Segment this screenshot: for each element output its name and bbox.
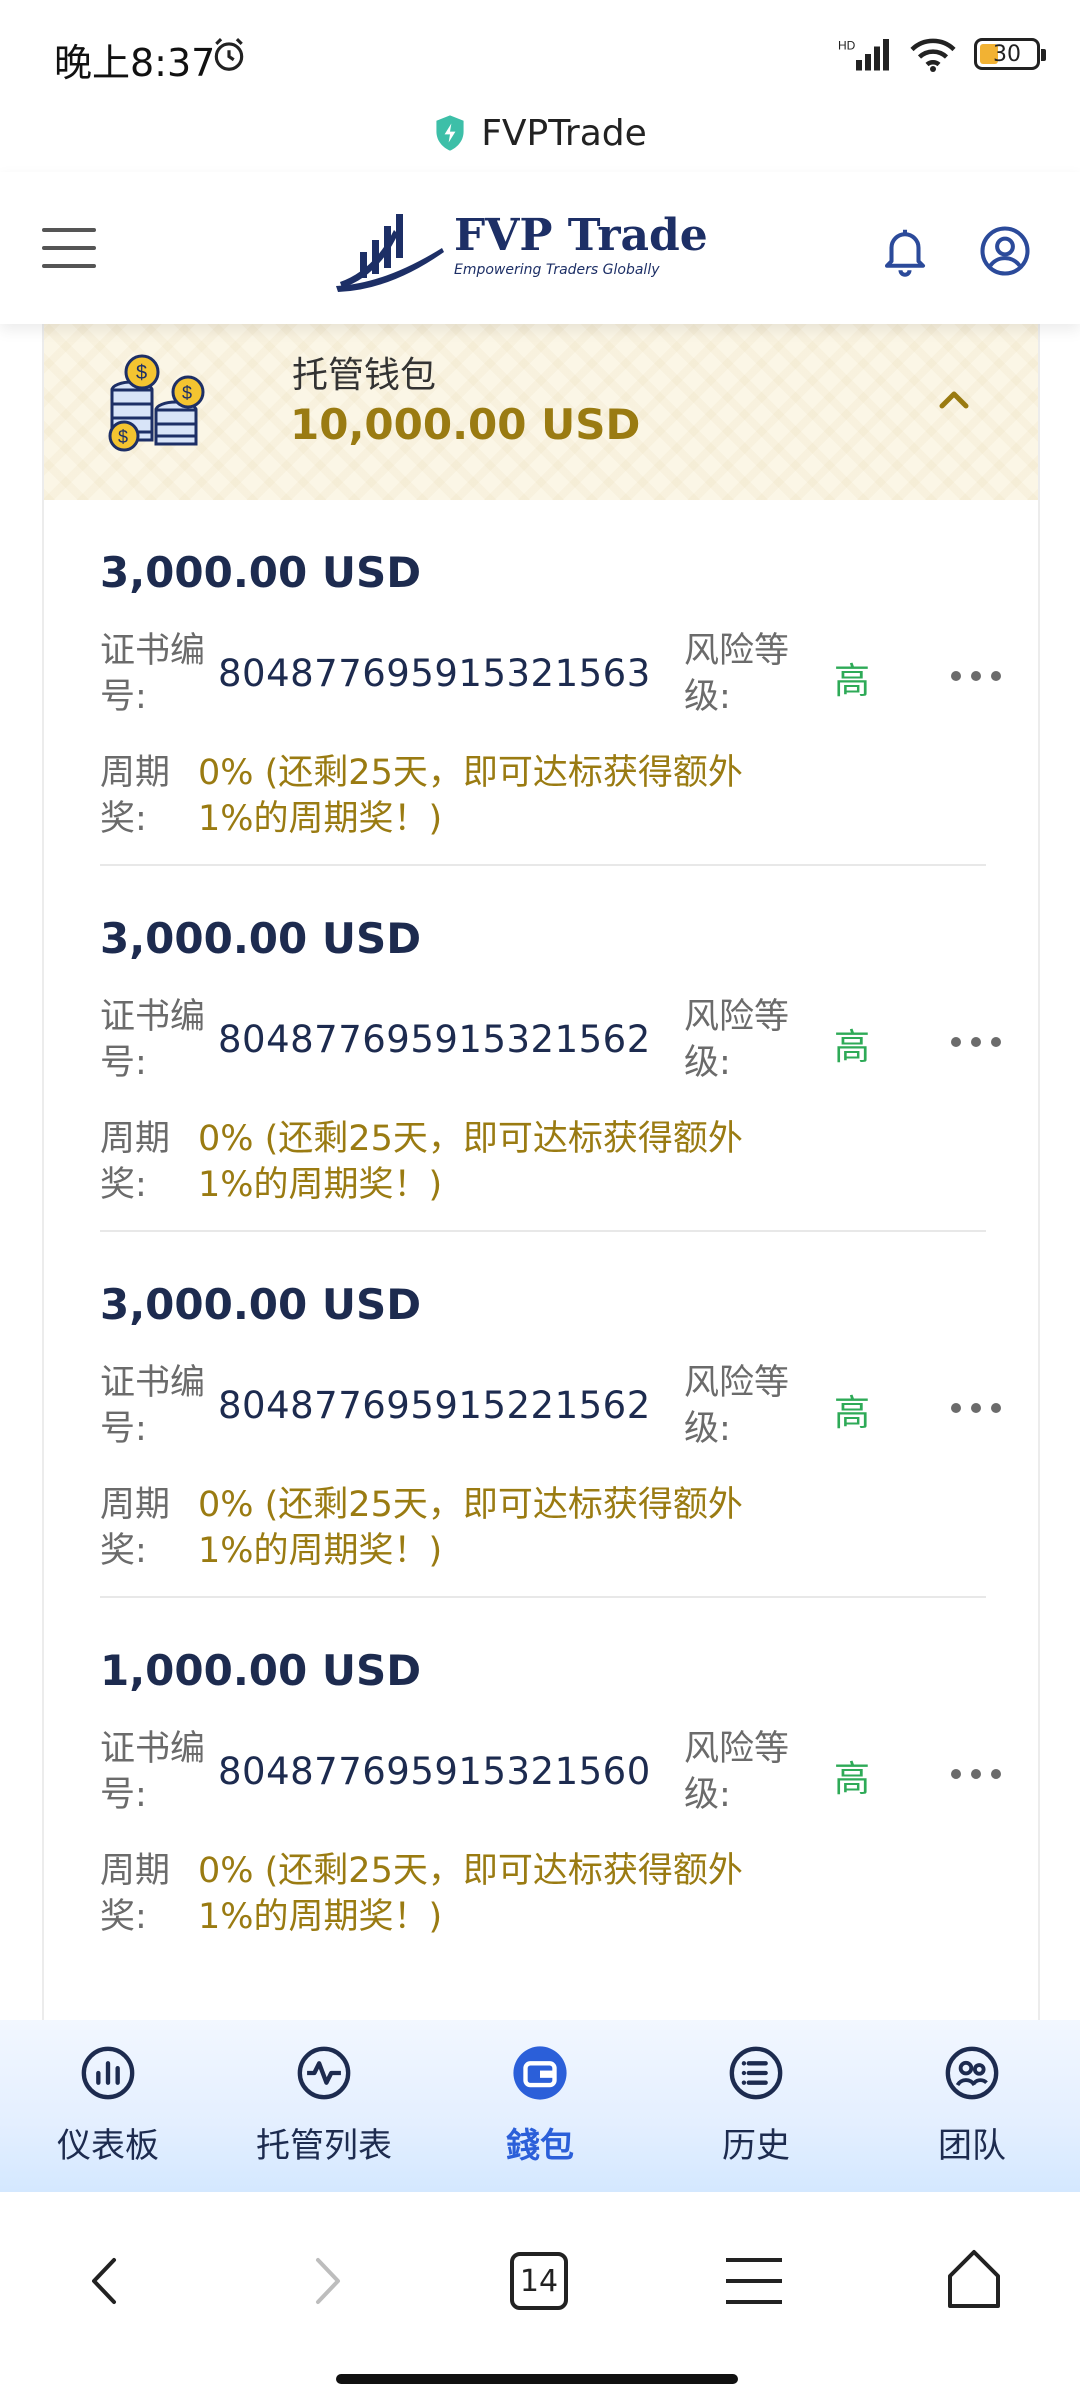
home-indicator[interactable] xyxy=(336,2374,738,2384)
pulse-icon xyxy=(297,2046,351,2100)
certificate-number-label: 证书编号: xyxy=(100,1729,206,1815)
tab-label: 托管列表 xyxy=(256,2126,392,2166)
app-header: FVP Trade Empowering Traders Globally xyxy=(0,172,1080,324)
certificate-item: 3,000.00 USD 证书编号: 804877695915321562 风险… xyxy=(100,866,1001,1232)
browser-navigation-bar: 14 xyxy=(0,2192,1080,2400)
wallet-icon xyxy=(513,2046,567,2100)
certificate-item: 3,000.00 USD 证书编号: 804877695915221562 风险… xyxy=(100,1232,1001,1598)
certificate-number-label: 证书编号: xyxy=(100,1363,206,1449)
certificate-number-label: 证书编号: xyxy=(100,631,206,717)
certificate-item: 3,000.00 USD 证书编号: 804877695915321563 风险… xyxy=(100,500,1001,866)
tabs-count-button[interactable]: 14 xyxy=(510,2252,568,2310)
tab-team[interactable]: 团队 xyxy=(864,2020,1080,2192)
risk-level-label: 风险等级: xyxy=(684,997,790,1083)
status-bar: 晚上8:37 HD 30 xyxy=(0,0,1080,110)
risk-level-label: 风险等级: xyxy=(684,1363,790,1449)
wallet-header[interactable]: $ $ $ 托管钱包 10,000.00 USD xyxy=(44,324,1038,500)
risk-level-value: 高 xyxy=(834,1027,871,1068)
svg-text:$: $ xyxy=(136,362,147,384)
tab-label: 仪表板 xyxy=(57,2126,159,2166)
team-icon xyxy=(945,2046,999,2100)
wifi-icon xyxy=(910,38,956,72)
cycle-bonus-text: 0% (还剩25天，即可达标获得额外1%的周期奖！) xyxy=(198,753,743,839)
status-time: 晚上8:37 xyxy=(54,41,216,85)
risk-level-label: 风险等级: xyxy=(684,631,790,717)
certificate-amount: 3,000.00 USD xyxy=(100,548,422,597)
cycle-bonus-text: 0% (还剩25天，即可达标获得额外1%的周期奖！) xyxy=(198,1851,743,1937)
tab-wallet[interactable]: 錢包 xyxy=(432,2020,648,2192)
wallet-amount: 10,000.00 USD xyxy=(290,400,641,449)
dashboard-icon xyxy=(81,2046,135,2100)
cycle-bonus-label: 周期奖: xyxy=(100,1119,171,1205)
more-options-icon[interactable] xyxy=(948,668,1004,684)
certificate-item: 1,000.00 USD 证书编号: 804877695915321560 风险… xyxy=(100,1598,1001,1964)
cycle-bonus-label: 周期奖: xyxy=(100,1851,171,1937)
certificate-number-label: 证书编号: xyxy=(100,997,206,1083)
risk-level-value: 高 xyxy=(834,1393,871,1434)
brand-name: FVP Trade xyxy=(454,210,708,261)
bell-icon[interactable] xyxy=(878,222,932,278)
home-icon[interactable] xyxy=(944,2246,1004,2312)
tabs-count: 14 xyxy=(519,2263,559,2299)
forward-arrow-icon[interactable] xyxy=(306,2252,350,2310)
wallet-panel: $ $ $ 托管钱包 10,000.00 USD 3,000.00 USD 证书… xyxy=(42,324,1040,2024)
certificate-number: 804877695915321563 xyxy=(218,652,651,695)
signal-icon: HD xyxy=(838,39,889,71)
cycle-bonus-label: 周期奖: xyxy=(100,1485,171,1571)
battery-level: 30 xyxy=(993,41,1021,67)
tab-dashboard[interactable]: 仪表板 xyxy=(0,2020,216,2192)
coins-icon: $ $ $ xyxy=(108,354,205,452)
cycle-bonus-text: 0% (还剩25天，即可达标获得额外1%的周期奖！) xyxy=(198,1119,743,1205)
more-options-icon[interactable] xyxy=(948,1034,1004,1050)
certificate-number: 804877695915321560 xyxy=(218,1750,651,1793)
risk-level-label: 风险等级: xyxy=(684,1729,790,1815)
tab-label: 錢包 xyxy=(506,2126,574,2166)
logo-mark-icon xyxy=(336,214,444,292)
shield-icon xyxy=(436,115,464,151)
site-title: FVPTrade xyxy=(481,112,647,154)
certificate-amount: 1,000.00 USD xyxy=(100,1646,422,1695)
certificate-amount: 3,000.00 USD xyxy=(100,1280,422,1329)
certificate-number: 804877695915221562 xyxy=(218,1384,651,1427)
bottom-tab-bar: 仪表板 托管列表 錢包 历史 团队 xyxy=(0,2020,1080,2192)
svg-text:$: $ xyxy=(182,383,192,403)
certificate-amount: 3,000.00 USD xyxy=(100,914,422,963)
status-icons: HD 30 xyxy=(838,34,1046,74)
chevron-up-icon[interactable] xyxy=(934,384,974,414)
cycle-bonus-text: 0% (还剩25天，即可达标获得额外1%的周期奖！) xyxy=(198,1485,743,1571)
risk-level-value: 高 xyxy=(834,661,871,702)
certificate-number: 804877695915321562 xyxy=(218,1018,651,1061)
risk-level-value: 高 xyxy=(834,1759,871,1800)
tab-label: 团队 xyxy=(938,2126,1006,2166)
list-icon xyxy=(729,2046,783,2100)
svg-text:HD: HD xyxy=(838,39,856,53)
brand-tagline: Empowering Traders Globally xyxy=(454,262,660,278)
wallet-title: 托管钱包 xyxy=(292,355,437,396)
more-options-icon[interactable] xyxy=(948,1400,1004,1416)
browser-title-bar[interactable]: FVPTrade xyxy=(0,96,1080,170)
tab-label: 历史 xyxy=(722,2126,790,2166)
tab-history[interactable]: 历史 xyxy=(648,2020,864,2192)
tab-custody-list[interactable]: 托管列表 xyxy=(216,2020,432,2192)
logo[interactable]: FVP Trade Empowering Traders Globally xyxy=(334,200,708,292)
cycle-bonus-label: 周期奖: xyxy=(100,753,171,839)
browser-menu-icon[interactable] xyxy=(726,2258,782,2304)
more-options-icon[interactable] xyxy=(948,1766,1004,1782)
hamburger-menu-icon[interactable] xyxy=(42,228,96,268)
back-arrow-icon[interactable] xyxy=(82,2252,126,2310)
battery-icon: 30 xyxy=(974,38,1046,70)
alarm-clock-icon xyxy=(214,38,244,71)
svg-text:$: $ xyxy=(118,427,128,447)
user-profile-icon[interactable] xyxy=(978,224,1032,278)
